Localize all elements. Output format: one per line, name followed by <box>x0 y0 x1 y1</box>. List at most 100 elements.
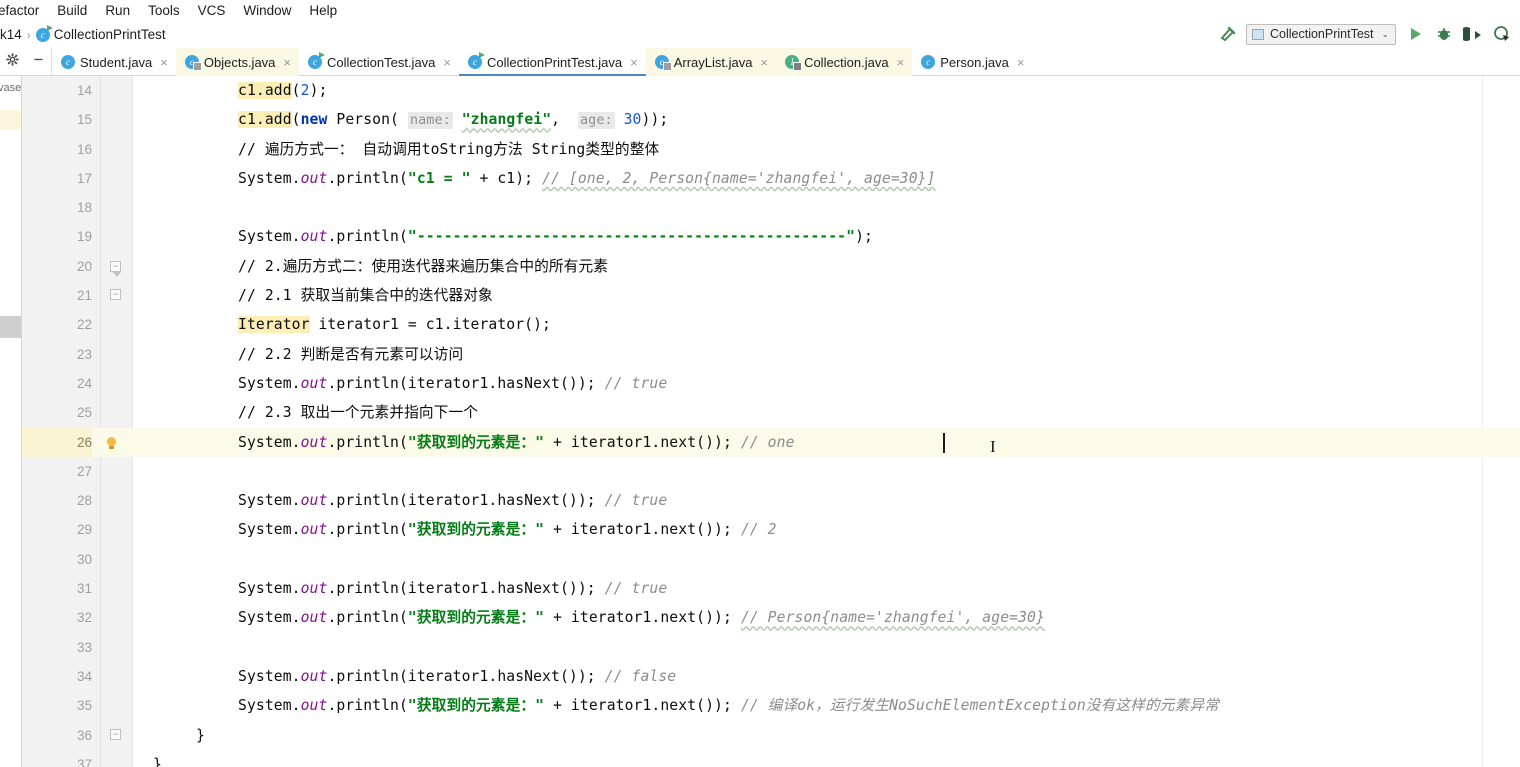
code-row[interactable]: 28 System.out.println(iterator1.hasNext(… <box>22 486 1520 515</box>
run-icon[interactable] <box>1405 24 1425 44</box>
code-row[interactable]: 17 System.out.println("c1 = " + c1); // … <box>22 164 1520 193</box>
java-class-library-icon: c <box>184 55 202 71</box>
gear-icon[interactable] <box>6 52 20 71</box>
left-tool-strip[interactable]: vase <box>0 76 22 767</box>
java-class-library-icon: c <box>654 55 672 71</box>
code-row[interactable]: 31 System.out.println(iterator1.hasNext(… <box>22 574 1520 603</box>
token-number: 2 <box>300 82 310 99</box>
menu-bar: efactor Build Run Tools VCS Window Help <box>0 0 1520 21</box>
line-number: 17 <box>76 170 92 186</box>
line-number: 24 <box>76 375 92 391</box>
debug-icon[interactable] <box>1434 24 1454 44</box>
code-row[interactable]: 16 // 遍历方式一： 自动调用toString方法 String类型的整体 <box>22 135 1520 164</box>
menu-refactor[interactable]: efactor <box>0 0 48 21</box>
line-number: 16 <box>76 141 92 157</box>
breadcrumb-class[interactable]: CollectionPrintTest <box>54 27 166 42</box>
hammer-icon[interactable] <box>1217 24 1237 44</box>
code-row[interactable]: 33 <box>22 633 1520 662</box>
tab-person-java[interactable]: c Person.java × <box>912 48 1032 76</box>
menu-run[interactable]: Run <box>96 0 139 21</box>
token-string-getelem: "获取到的元素是：" <box>407 433 545 451</box>
line-number: 18 <box>76 200 92 216</box>
fold-marker-icon[interactable]: − <box>110 289 121 301</box>
code-row[interactable]: 21 − // 2.1 获取当前集合中的迭代器对象 <box>22 281 1520 310</box>
code-row[interactable]: 20 − // 2.遍历方式二：使用迭代器来遍历集合中的所有元素 <box>22 252 1520 281</box>
token-string-getelem: "获取到的元素是：" <box>407 521 545 539</box>
token-comment: // 编译ok，运行发生NoSuchElementException没有这样的元… <box>740 697 1219 715</box>
breadcrumb-module[interactable]: k14 <box>0 27 22 42</box>
profiler-icon[interactable] <box>1492 24 1512 44</box>
token-out: out <box>300 374 328 392</box>
token-hasnext: iterator1.hasNext()); <box>407 492 605 510</box>
code-row[interactable]: 34 System.out.println(iterator1.hasNext(… <box>22 662 1520 691</box>
tab-label: Student.java <box>80 54 153 70</box>
code-content: Iterator iterator1 = c1.iterator(); <box>238 310 551 339</box>
token-println: .println( <box>327 228 408 246</box>
token-out: out <box>300 492 328 510</box>
close-icon[interactable]: × <box>443 55 451 70</box>
close-icon[interactable]: × <box>160 55 168 70</box>
code-row-current[interactable]: 26 System.out.println("获取到的元素是：" + itera… <box>22 427 1520 457</box>
code-row[interactable]: 23 // 2.2 判断是否有元素可以访问 <box>22 340 1520 369</box>
minimize-icon[interactable] <box>32 53 45 71</box>
close-icon[interactable]: × <box>283 55 291 70</box>
fold-marker-icon[interactable]: − <box>110 728 121 740</box>
java-class-runnable-icon: c <box>308 52 326 69</box>
fold-marker-icon[interactable]: − <box>110 260 121 277</box>
token-string-dashes: "---------------------------------------… <box>407 228 856 246</box>
token-out: out <box>300 609 328 627</box>
token-type-person: Person( <box>336 111 399 129</box>
run-with-coverage-icon[interactable] <box>1459 24 1483 44</box>
code-row[interactable]: 18 <box>22 193 1520 222</box>
line-number: 37 <box>76 756 92 767</box>
code-row[interactable]: 19 System.out.println("-----------------… <box>22 222 1520 251</box>
code-row[interactable]: 27 <box>22 457 1520 486</box>
code-content: System.out.println("c1 = " + c1); // [on… <box>238 164 936 193</box>
code-row[interactable]: 35 System.out.println("获取到的元素是：" + itera… <box>22 691 1520 720</box>
tab-collection-java[interactable]: I Collection.java × <box>776 48 913 76</box>
code-row[interactable]: 36 − } <box>22 721 1520 750</box>
menu-help[interactable]: Help <box>300 0 346 21</box>
close-icon[interactable]: × <box>1017 55 1025 70</box>
token-comment: // false <box>604 667 677 685</box>
menu-tools[interactable]: Tools <box>139 0 189 21</box>
line-number: 31 <box>76 581 92 597</box>
run-configuration-selector[interactable]: CollectionPrintTest ⌄ <box>1246 23 1396 45</box>
close-icon[interactable]: × <box>760 55 768 70</box>
line-number: 27 <box>76 463 92 479</box>
code-row[interactable]: 15 c1.add(new Person( name: "zhangfei", … <box>22 105 1520 134</box>
param-hint-age: age: <box>578 112 615 130</box>
close-icon[interactable]: × <box>897 55 905 70</box>
tab-arraylist-java[interactable]: c ArrayList.java × <box>645 48 777 76</box>
menu-window[interactable]: Window <box>234 0 300 21</box>
code-content: System.out.println("获取到的元素是：" + iterator… <box>238 691 1219 720</box>
code-lines: 14 c1.add(2); 15 c1.add(new Person( name… <box>22 76 1520 767</box>
menu-vcs[interactable]: VCS <box>189 0 235 21</box>
menu-build[interactable]: Build <box>48 0 96 21</box>
tab-collectiontest-java[interactable]: c CollectionTest.java × <box>299 48 459 76</box>
code-content: // 2.1 获取当前集合中的迭代器对象 <box>238 287 493 305</box>
code-row[interactable]: 24 System.out.println(iterator1.hasNext(… <box>22 369 1520 398</box>
java-class-icon: c <box>921 55 936 69</box>
code-row[interactable]: 14 c1.add(2); <box>22 76 1520 105</box>
code-row[interactable]: 25 // 2.3 取出一个元素并指向下一个 <box>22 398 1520 427</box>
code-content: System.out.println(iterator1.hasNext());… <box>238 574 667 603</box>
code-editor[interactable]: 14 c1.add(2); 15 c1.add(new Person( name… <box>22 76 1520 767</box>
token-system: System. <box>238 492 301 510</box>
run-config-label: CollectionPrintTest <box>1270 27 1374 41</box>
code-content: System.out.println("获取到的元素是：" + iterator… <box>238 603 1045 632</box>
tab-objects-java[interactable]: c Objects.java × <box>175 48 300 76</box>
intention-bulb-icon[interactable] <box>106 436 117 450</box>
close-icon[interactable]: × <box>630 55 638 70</box>
code-row[interactable]: 30 <box>22 545 1520 574</box>
code-content: // 2.3 取出一个元素并指向下一个 <box>238 404 479 422</box>
tab-student-java[interactable]: c Student.java × <box>52 48 176 76</box>
menu-window-label: Window <box>243 3 292 18</box>
code-row[interactable]: 37 } <box>22 750 1520 767</box>
code-row[interactable]: 22 Iterator iterator1 = c1.iterator(); <box>22 310 1520 339</box>
tab-collectionprinttest-java[interactable]: c CollectionPrintTest.java × <box>459 48 646 76</box>
token-println: .println( <box>327 697 408 715</box>
code-row[interactable]: 32 System.out.println("获取到的元素是：" + itera… <box>22 603 1520 632</box>
line-number: 20 <box>76 258 92 274</box>
code-row[interactable]: 29 System.out.println("获取到的元素是：" + itera… <box>22 515 1520 544</box>
